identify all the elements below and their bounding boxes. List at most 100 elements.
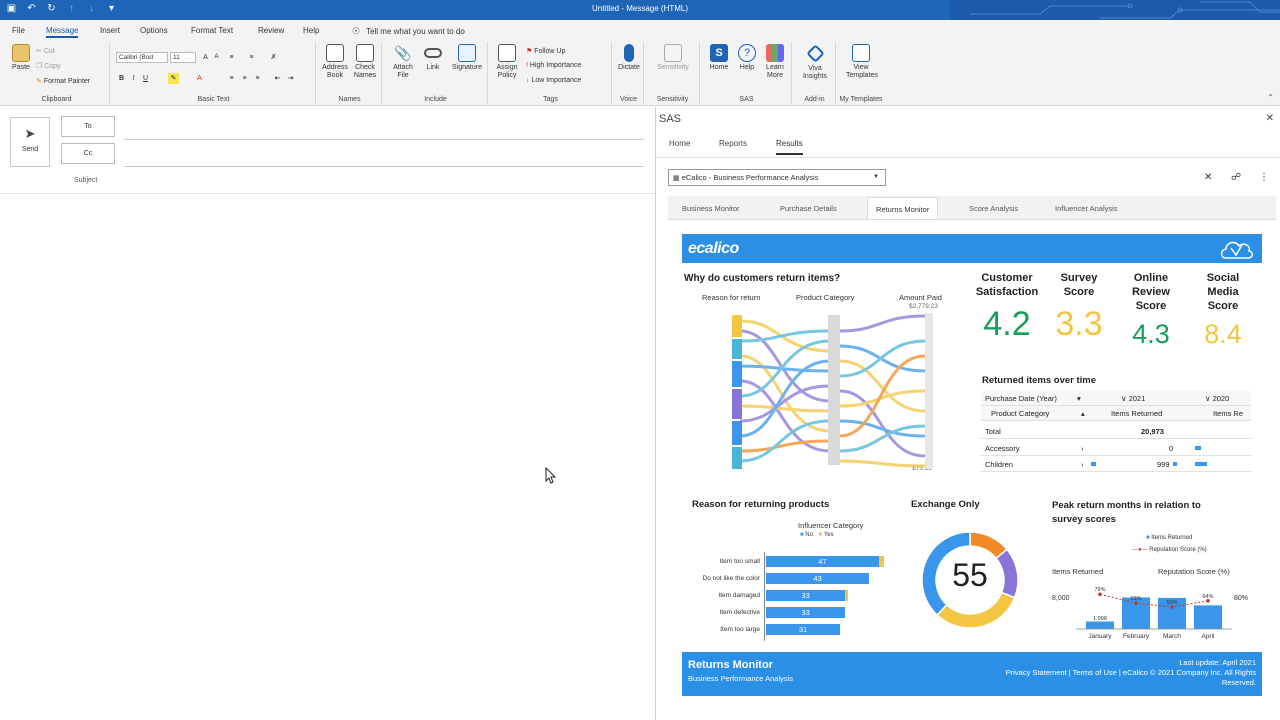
copy-button[interactable]: ❐ Copy: [36, 62, 61, 70]
bold-icon[interactable]: B: [116, 73, 127, 84]
align-right-icon[interactable]: ≡: [252, 73, 263, 84]
tab-review[interactable]: Review: [258, 26, 284, 35]
peak-bar[interactable]: [1194, 605, 1222, 629]
bar[interactable]: 43: [766, 573, 870, 584]
align-left-icon[interactable]: ≡: [226, 73, 237, 84]
footer-links[interactable]: Privacy Statement | Terms of Use | eCali…: [976, 668, 1256, 688]
bullets-icon[interactable]: ≡: [226, 52, 237, 63]
align-center-icon[interactable]: ≡: [239, 73, 250, 84]
shrink-font-icon[interactable]: A: [211, 52, 222, 63]
tab-insert[interactable]: Insert: [100, 26, 120, 35]
report-tab-influencer-analysis[interactable]: Influencer Analysis: [1055, 204, 1118, 213]
close-pane-icon[interactable]: ✕: [1266, 113, 1274, 124]
reputation-label: 64%: [1202, 594, 1213, 600]
tell-me-box[interactable]: ☉ Tell me what you want to do: [352, 26, 465, 37]
group-voice: Dictate Voice: [614, 42, 644, 104]
clear-formatting-icon[interactable]: ✗: [268, 52, 279, 63]
font-color-icon[interactable]: A: [194, 73, 205, 84]
tab-format-text[interactable]: Format Text: [191, 26, 233, 35]
view-templates-button[interactable]: View Templates: [846, 44, 878, 80]
learn-more-button[interactable]: Learn More: [760, 44, 790, 80]
peak-bar[interactable]: [1086, 621, 1114, 629]
grow-font-icon[interactable]: A: [200, 52, 211, 63]
table-row[interactable]: Children › 999: [981, 457, 1251, 472]
reasons-legend: ■ No ■ Yes: [800, 532, 834, 538]
sort-icon[interactable]: ▾: [1077, 394, 1081, 403]
report-tab-returns-monitor[interactable]: Returns Monitor: [867, 197, 939, 219]
title-bar: ▣ ↶ ↻ ↑ ↓ ▾ Untitled - Message (HTML): [0, 0, 1280, 20]
table-row[interactable]: Total 20,973: [981, 424, 1251, 439]
sas-help-button[interactable]: ? Help: [732, 44, 762, 72]
high-importance-button[interactable]: ! High Importance: [526, 62, 581, 69]
to-button[interactable]: To: [61, 116, 115, 137]
increase-indent-icon[interactable]: ⇥: [285, 73, 296, 84]
bar[interactable]: 47: [766, 556, 879, 567]
bar[interactable]: 31: [766, 624, 841, 635]
paste-button[interactable]: Paste: [6, 44, 36, 72]
year-2020-header[interactable]: ∨ 2020: [1205, 394, 1229, 403]
font-size-combo[interactable]: 11: [170, 52, 196, 63]
check-names-button[interactable]: Check Names: [350, 44, 380, 80]
year-2021-header[interactable]: ∨ 2021: [1121, 394, 1145, 403]
numbering-icon[interactable]: ≡: [246, 52, 257, 63]
decrease-indent-icon[interactable]: ⇤: [272, 73, 283, 84]
low-importance-button[interactable]: ↓ Low Importance: [526, 77, 581, 84]
table-row[interactable]: Accessory › 0: [981, 441, 1251, 456]
chevron-right-icon[interactable]: ›: [1081, 444, 1084, 453]
report-tab-business-monitor[interactable]: Business Monitor: [682, 204, 740, 213]
report-tab-score-analysis[interactable]: Score Analysis: [969, 204, 1018, 213]
cc-field[interactable]: [124, 166, 644, 167]
report-select[interactable]: ▦ eCalico - Business Performance Analysi…: [668, 169, 886, 186]
address-book-button[interactable]: Address Book: [320, 44, 350, 80]
link-icon[interactable]: ☍: [1231, 172, 1241, 183]
more-options-icon[interactable]: ⋮: [1259, 172, 1269, 183]
assign-policy-button[interactable]: Assign Policy: [492, 44, 522, 80]
group-label-sas: SAS: [739, 96, 754, 103]
tab-options[interactable]: Options: [140, 26, 168, 35]
bar[interactable]: 33: [766, 590, 846, 601]
sas-tab-results[interactable]: Results: [776, 139, 803, 155]
report-tab-purchase-details[interactable]: Purchase Details: [780, 204, 837, 213]
subject-field[interactable]: [0, 193, 655, 194]
pane-title: SAS: [659, 113, 682, 125]
sensitivity-button[interactable]: Sensitivity: [656, 44, 690, 72]
follow-up-button[interactable]: ⚑ Follow Up: [526, 47, 565, 55]
kpi-value-survey-score: 3.3: [1055, 305, 1103, 343]
viva-insights-button[interactable]: Viva Insights: [800, 44, 830, 81]
to-field[interactable]: [124, 139, 644, 140]
group-sensitivity: Sensitivity Sensitivity: [646, 42, 700, 104]
format-painter-button[interactable]: ✎ Format Painter: [36, 77, 90, 85]
bar-yes-segment[interactable]: [878, 556, 884, 567]
peak-legend-items: ■ Items Returned: [1146, 535, 1193, 541]
signature-button[interactable]: Signature: [448, 44, 486, 72]
address-book-icon: [326, 44, 344, 62]
dictate-button[interactable]: Dictate: [614, 44, 644, 72]
bar[interactable]: 33: [766, 607, 846, 618]
send-button[interactable]: ➤ Send: [10, 117, 50, 167]
font-name-combo[interactable]: Calibri (Bod: [116, 52, 168, 63]
tab-file[interactable]: File: [12, 26, 25, 35]
tab-help[interactable]: Help: [303, 26, 319, 35]
highlight-icon[interactable]: ✎: [168, 73, 179, 84]
tab-message[interactable]: Message: [46, 26, 79, 38]
link-button[interactable]: Link: [418, 44, 448, 72]
attach-file-button[interactable]: 📎 Attach File: [388, 44, 418, 80]
sas-tab-reports[interactable]: Reports: [719, 139, 747, 148]
low-importance-icon: ↓: [526, 77, 530, 84]
italic-icon[interactable]: I: [128, 73, 139, 84]
cc-button[interactable]: Cc: [61, 143, 115, 164]
donut-slice-yellow[interactable]: [936, 591, 1016, 629]
peak-left-axis-label: Items Returned: [1052, 567, 1104, 576]
bar-yes-segment[interactable]: [845, 590, 849, 601]
underline-icon[interactable]: U: [140, 73, 151, 84]
sas-home-button[interactable]: S Home: [704, 44, 734, 72]
kpi-value-online-review-score: 4.3: [1132, 319, 1170, 349]
cut-button[interactable]: ✂ Cut: [36, 47, 55, 55]
amount-max-label: $2,779.23: [909, 303, 938, 310]
sort-icon[interactable]: ▴: [1081, 409, 1085, 418]
collapse-ribbon-icon[interactable]: ⌃: [1267, 93, 1274, 102]
sas-tab-home[interactable]: Home: [669, 139, 690, 148]
chevron-right-icon[interactable]: ›: [1081, 460, 1084, 469]
close-report-icon[interactable]: ✕: [1204, 172, 1212, 183]
peak-month-label: January: [1088, 633, 1112, 640]
